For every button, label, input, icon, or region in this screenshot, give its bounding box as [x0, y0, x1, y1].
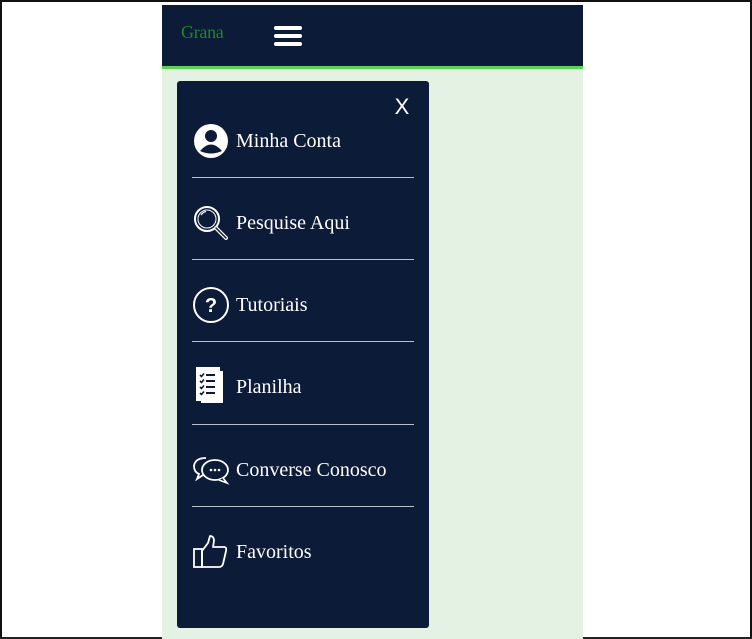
menu-divider	[192, 259, 414, 260]
menu-item-tutoriais[interactable]: ? Tutoriais	[192, 275, 414, 335]
question-circle-icon: ?	[192, 286, 230, 324]
menu-item-label: Minha Conta	[236, 129, 341, 152]
brand-logo[interactable]: Grana	[181, 22, 224, 43]
checklist-document-icon	[192, 367, 230, 406]
mobile-viewport: Grana X Minha Conta Pesquise Aqui ? Tuto…	[162, 5, 583, 639]
thumbs-up-icon	[192, 533, 230, 571]
frame-left-border	[0, 0, 2, 639]
menu-item-label: Tutoriais	[236, 293, 308, 316]
menu-divider	[192, 177, 414, 178]
menu-item-favoritos[interactable]: Favoritos	[192, 522, 414, 582]
menu-item-label: Favoritos	[236, 540, 312, 563]
menu-item-label: Planilha	[236, 375, 302, 398]
magnifier-icon	[192, 204, 230, 242]
menu-item-label: Converse Conosco	[236, 458, 387, 481]
menu-item-planilha[interactable]: Planilha	[192, 357, 414, 417]
menu-item-minha-conta[interactable]: Minha Conta	[192, 111, 414, 171]
frame-top-border	[0, 0, 752, 2]
chat-bubbles-icon	[192, 451, 230, 489]
user-circle-icon	[192, 122, 230, 160]
menu-divider	[192, 506, 414, 507]
hamburger-menu-icon[interactable]	[274, 25, 302, 49]
menu-item-converse-conosco[interactable]: Converse Conosco	[192, 440, 414, 500]
menu-item-pesquise-aqui[interactable]: Pesquise Aqui	[192, 193, 414, 253]
top-navbar: Grana	[162, 5, 583, 69]
menu-divider	[192, 341, 414, 342]
menu-item-label: Pesquise Aqui	[236, 211, 350, 234]
svg-text:?: ?	[205, 295, 217, 317]
side-drawer-menu: X Minha Conta Pesquise Aqui ? Tutoriais …	[177, 81, 429, 628]
menu-divider	[192, 424, 414, 425]
